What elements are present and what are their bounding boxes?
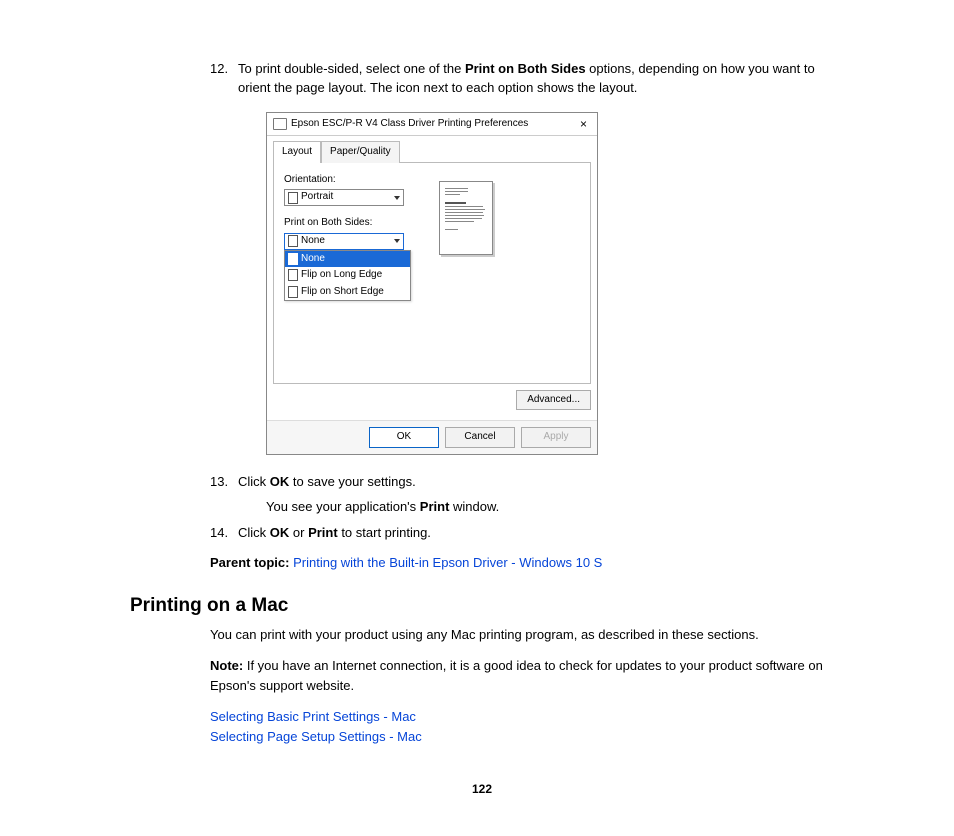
page-preview [439,181,509,373]
step-subtext: You see your application's Print window. [266,498,834,517]
tab-body: Orientation: Portrait Print on Both Side… [273,162,591,384]
cancel-button[interactable]: Cancel [445,427,515,448]
chevron-down-icon [394,196,400,200]
dialog-title: Epson ESC/P-R V4 Class Driver Printing P… [291,117,528,132]
orientation-select[interactable]: Portrait [284,189,404,206]
section-heading: Printing on a Mac [130,595,834,617]
dialog-titlebar: Epson ESC/P-R V4 Class Driver Printing P… [267,113,597,137]
step-13: 13. Click OK to save your settings. You … [210,473,834,517]
section-note: Note: If you have an Internet connection… [210,656,834,695]
step-number: 13. [210,473,228,492]
step-14: 14. Click OK or Print to start printing. [210,524,834,543]
section-body: You can print with your product using an… [210,625,834,748]
both-sides-select[interactable]: None [284,233,404,250]
both-sides-value: None [301,234,325,249]
chevron-down-icon [394,239,400,243]
tab-layout[interactable]: Layout [273,141,321,163]
section-intro: You can print with your product using an… [210,625,834,645]
step-number: 14. [210,524,228,543]
both-sides-label: Print on Both Sides: [284,216,419,231]
orientation-value: Portrait [301,190,333,205]
tab-strip: Layout Paper/Quality [267,136,597,162]
page-number: 122 [130,782,834,796]
apply-button[interactable]: Apply [521,427,591,448]
step-text: Click OK to save your settings. [238,474,416,489]
flip-short-icon [288,286,298,298]
dialog-footer: OK Cancel Apply [267,420,597,454]
step-number: 12. [210,60,228,79]
step-text: To print double-sided, select one of the… [238,61,815,95]
flip-long-icon [288,269,298,281]
link-page-setup-settings[interactable]: Selecting Page Setup Settings - Mac [210,729,422,744]
printing-preferences-dialog: Epson ESC/P-R V4 Class Driver Printing P… [266,112,598,455]
orientation-label: Orientation: [284,173,419,188]
tab-paper-quality[interactable]: Paper/Quality [321,141,400,163]
ok-button[interactable]: OK [369,427,439,448]
advanced-button[interactable]: Advanced... [516,390,591,411]
printer-icon [273,118,287,130]
portrait-icon [288,192,298,204]
link-basic-print-settings[interactable]: Selecting Basic Print Settings - Mac [210,709,416,724]
option-flip-short-edge[interactable]: Flip on Short Edge [285,284,410,301]
step-12: 12. To print double-sided, select one of… [210,60,834,455]
parent-topic-link[interactable]: Printing with the Built-in Epson Driver … [293,555,602,570]
option-none[interactable]: None [285,251,410,268]
parent-topic: Parent topic: Printing with the Built-in… [210,553,834,573]
step-text: Click OK or Print to start printing. [238,525,431,540]
both-sides-dropdown: None Flip on Long Edge Flip on Short Edg… [284,250,411,302]
page-icon [288,253,298,265]
page-icon [288,235,298,247]
close-icon[interactable]: × [576,118,591,130]
option-flip-long-edge[interactable]: Flip on Long Edge [285,267,410,284]
